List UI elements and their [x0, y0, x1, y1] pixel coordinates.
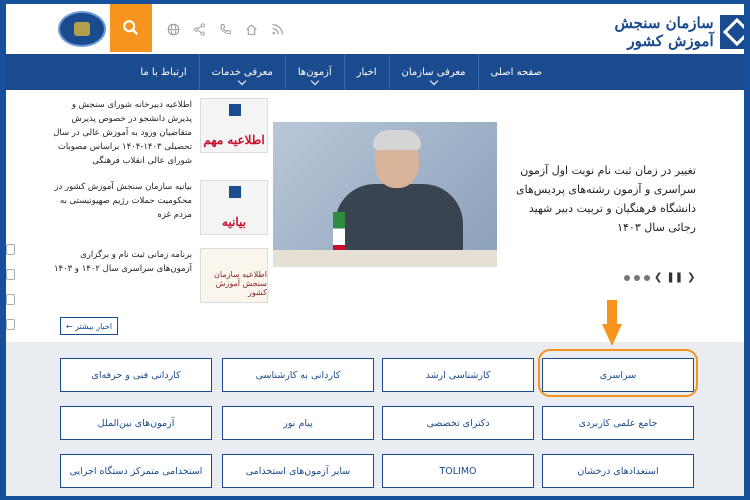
news-text[interactable]: بیانیه سازمان سنجش آموزش کشور در محکومیت…: [52, 180, 192, 222]
slider-controls: ❮ ❚❚ ❯: [624, 272, 696, 283]
main-nav: صفحه اصلی معرفی سازمان اخبار آزمون‌ها مع…: [6, 54, 744, 90]
emblem-logo[interactable]: [58, 11, 106, 47]
highlight-outline: [538, 349, 698, 397]
logo-mini-icon: [229, 186, 241, 198]
tile-payame-noor[interactable]: پیام نور: [222, 406, 374, 440]
news-text[interactable]: اطلاعیه دبیرخانه شورای سنجش و پذیرش دانش…: [52, 98, 192, 168]
tile-central-employment[interactable]: استخدامی متمرکز دستگاه اجرایی: [60, 454, 212, 488]
nav-item-contact[interactable]: ارتباط با ما: [128, 54, 198, 90]
tile-masters[interactable]: کارشناسی ارشد: [382, 358, 534, 392]
top-icon-bar: [164, 20, 286, 38]
search-button[interactable]: [110, 4, 152, 52]
pause-icon[interactable]: ❚❚: [666, 272, 683, 283]
side-tool-icon[interactable]: [6, 294, 15, 305]
thumb-caption: اطلاعیه سازمان سنجش آموزش کشور: [214, 270, 267, 297]
slider-dot[interactable]: [624, 274, 630, 281]
news-thumbnail[interactable]: اطلاعیه سازمان سنجش آموزش کشور: [200, 248, 268, 303]
tile-associate-to-bachelor[interactable]: کاردانی به کارشناسی: [222, 358, 374, 392]
hero-image[interactable]: [273, 122, 497, 267]
down-arrow-icon: [602, 300, 622, 346]
slider-dot[interactable]: [644, 274, 650, 281]
nav-item-about[interactable]: معرفی سازمان: [388, 54, 478, 90]
tile-talents[interactable]: استعدادهای درخشان: [542, 454, 694, 488]
hero-figure-hair: [373, 130, 421, 150]
tile-tolimo[interactable]: TOLIMO: [382, 454, 534, 488]
top-header: سازمان سنجش آموزش کشور: [6, 4, 744, 54]
more-news-button[interactable]: اخبار بیشتر ←: [60, 317, 118, 335]
org-name: سازمان سنجش آموزش کشور: [614, 14, 714, 50]
site-logo[interactable]: سازمان سنجش آموزش کشور: [577, 14, 744, 50]
tile-technical[interactable]: کاردانی فنی و حرفه‌ای: [60, 358, 212, 392]
news-thumbnail[interactable]: اطلاعیه مهم: [200, 98, 268, 153]
tile-other-employment[interactable]: سایر آزمون‌های استخدامی: [222, 454, 374, 488]
globe-icon[interactable]: [164, 20, 182, 38]
thumb-caption: بیانیه: [222, 215, 247, 229]
search-icon: [123, 20, 139, 36]
share-icon[interactable]: [190, 20, 208, 38]
hero-table: [273, 250, 497, 267]
nav-item-news[interactable]: اخبار: [343, 54, 389, 90]
logo-mark-icon: [719, 15, 744, 49]
next-icon[interactable]: ❯: [687, 272, 695, 283]
nav-item-home[interactable]: صفحه اصلی: [477, 54, 554, 90]
slider-dot[interactable]: [634, 274, 640, 281]
prev-icon[interactable]: ❮: [654, 272, 662, 283]
nav-item-services[interactable]: معرفی خدمات: [198, 54, 285, 90]
news-thumbnail[interactable]: بیانیه: [200, 180, 268, 235]
side-tool-icon[interactable]: [6, 269, 15, 280]
thumb-caption: اطلاعیه مهم: [203, 133, 265, 147]
logo-mini-icon: [229, 104, 241, 116]
tile-applied-science[interactable]: جامع علمی کاربردی: [542, 406, 694, 440]
hero-title[interactable]: تغییر در زمان ثبت نام نوبت اول آزمون سرا…: [514, 161, 696, 237]
tile-international[interactable]: آزمون‌های بین‌الملل: [60, 406, 212, 440]
tile-phd[interactable]: دکترای تخصصی: [382, 406, 534, 440]
side-tool-icon[interactable]: [6, 319, 15, 330]
rss-icon[interactable]: [268, 20, 286, 38]
nav-item-exams[interactable]: آزمون‌ها: [284, 54, 344, 90]
home-icon[interactable]: [242, 20, 260, 38]
side-tool-icon[interactable]: [6, 244, 15, 255]
page: سازمان سنجش آموزش کشور صفحه اصلی معرفی س…: [6, 4, 744, 496]
news-text[interactable]: برنامه زمانی ثبت نام و برگزاری آزمون‌های…: [52, 248, 192, 276]
phone-icon[interactable]: [216, 20, 234, 38]
